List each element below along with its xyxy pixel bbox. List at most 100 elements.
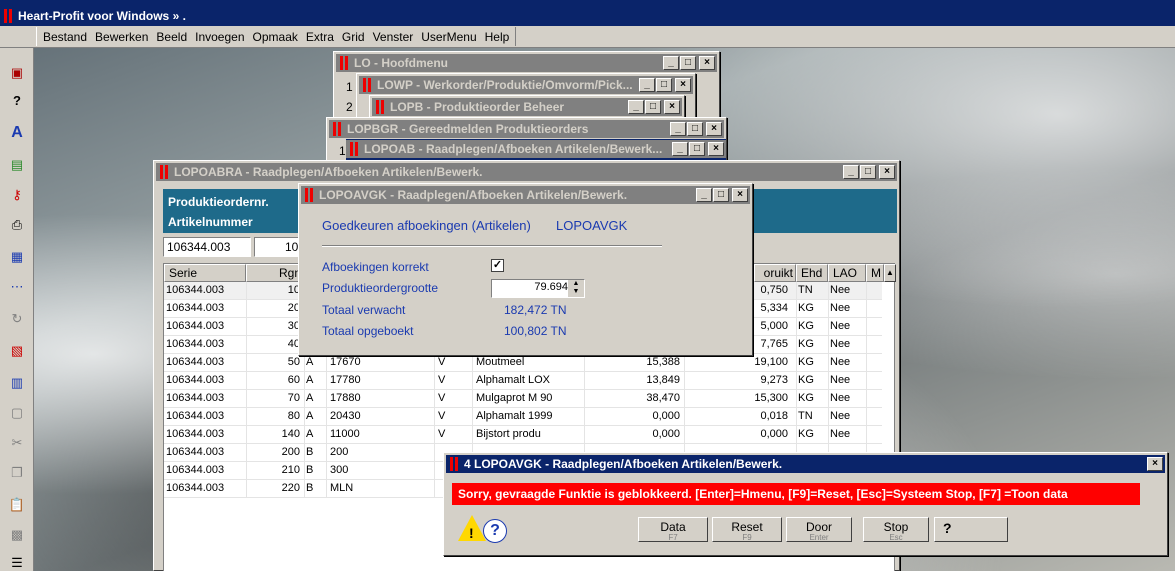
grid-line [434, 354, 435, 372]
paste-special-icon[interactable]: ▩ [8, 526, 26, 544]
maximize-button[interactable]: □ [687, 122, 703, 136]
col-header-ehd[interactable]: Ehd [796, 264, 828, 282]
close-button[interactable]: × [675, 78, 691, 92]
table-row[interactable]: 106344.003 80 A 20430 V Alphamalt 1999 0,000 0,… [164, 408, 882, 426]
cell-c: B [306, 464, 314, 476]
table-row[interactable]: 106344.003 70 A 17880 V Mulgaprot M 90 38,470 1… [164, 390, 882, 408]
close-button[interactable]: × [732, 188, 748, 202]
label-produktieordergrootte: Produktieordergrootte [322, 281, 439, 295]
col-header-lao[interactable]: LAO [828, 264, 866, 282]
menu-beeld[interactable]: Beeld [156, 30, 187, 44]
close-button[interactable]: × [664, 100, 680, 114]
menu-opmaak[interactable]: Opmaak [253, 30, 298, 44]
col-header-gebruikt[interactable]: oruikt [754, 264, 796, 282]
grid-line [434, 390, 435, 408]
spell-check-icon[interactable]: A [8, 124, 26, 142]
grid-line [326, 354, 327, 372]
grid-line [796, 318, 797, 336]
help-button[interactable]: ? [934, 517, 1008, 542]
grid-line [326, 462, 327, 480]
window-icon[interactable]: ▦ [8, 248, 26, 266]
maximize-button[interactable]: □ [689, 142, 705, 156]
maximize-button[interactable]: □ [680, 56, 696, 70]
frame-icon[interactable]: ▢ [8, 404, 26, 422]
menu-help[interactable]: Help [485, 30, 510, 44]
chart-icon[interactable]: ▥ [8, 374, 26, 392]
maximize-button[interactable]: □ [860, 165, 876, 179]
label-produktieordernr: Produktieordernr. [168, 195, 269, 209]
minimize-button[interactable]: _ [696, 188, 712, 202]
dots-icon[interactable]: ⋯ [8, 278, 26, 296]
menu-invoegen[interactable]: Invoegen [195, 30, 244, 44]
scroll-up-icon[interactable]: ▲ [884, 264, 896, 282]
paste-icon[interactable]: 📋 [8, 496, 26, 514]
menu-grid[interactable]: Grid [342, 30, 365, 44]
menu-bewerken[interactable]: Bewerken [95, 30, 148, 44]
close-button[interactable]: × [699, 56, 715, 70]
folder-icon[interactable]: ▤ [8, 156, 26, 174]
window-error[interactable]: 4 LOPOAVGK - Raadplegen/Afboeken Artikel… [443, 452, 1168, 556]
list-icon[interactable]: ☰ [8, 554, 26, 571]
help-icon[interactable]: ? [8, 92, 26, 110]
close-button[interactable]: × [1147, 457, 1163, 471]
printer-icon[interactable]: ⎙ [8, 216, 26, 234]
grid-line [304, 426, 305, 444]
warning-mark-icon: ! [469, 525, 474, 541]
door-button[interactable]: Door Enter [786, 517, 852, 542]
grid-line [304, 372, 305, 390]
maximize-button[interactable]: □ [656, 78, 672, 92]
cell-lao: Nee [830, 338, 851, 350]
produktieordergrootte-spinner[interactable]: 79.694 ▲ ▼ [491, 279, 585, 298]
minimize-button[interactable]: _ [672, 142, 688, 156]
list-number-3: 1 [339, 144, 346, 158]
grid-line [866, 354, 867, 372]
key-icon[interactable]: ⚷ [8, 186, 26, 204]
afboekingen-korrekt-checkbox[interactable]: ✓ [491, 259, 504, 272]
menu-venster[interactable]: Venster [373, 30, 414, 44]
minimize-button[interactable]: _ [628, 100, 644, 114]
cell-rgn: 40 [287, 338, 300, 350]
cell-v: V [438, 428, 446, 440]
menu-extra[interactable]: Extra [306, 30, 334, 44]
cell-serie: 106344.003 [166, 320, 225, 332]
minimize-button[interactable]: _ [670, 122, 686, 136]
grid-line [246, 300, 247, 318]
second-field[interactable]: 10 [254, 237, 304, 257]
cell-art: MLN [330, 482, 354, 494]
col-header-m[interactable]: M [866, 264, 884, 282]
col-header-rgn[interactable]: Rgn [246, 264, 304, 282]
table-row[interactable]: 106344.003 50 A 17670 V Moutmeel 15,388 19,100 K… [164, 354, 882, 372]
window-lopoavgk[interactable]: LOPOAVGK - Raadplegen/Afboeken Artikelen… [298, 183, 753, 356]
grid-line [246, 480, 247, 498]
minimize-button[interactable]: _ [843, 165, 859, 179]
list-number-2: 2 [346, 100, 353, 114]
spinner-arrows-icon[interactable]: ▲ ▼ [568, 280, 584, 297]
cell-oms: Alphamalt LOX [476, 374, 550, 386]
cell-serie: 106344.003 [166, 338, 225, 350]
data-button[interactable]: Data F7 [638, 517, 708, 542]
table-row[interactable]: 106344.003 60 A 17780 V Alphamalt LOX 13,849 9,… [164, 372, 882, 390]
close-button[interactable]: × [706, 122, 722, 136]
app-logo-icon [3, 9, 15, 23]
menu-usermenu[interactable]: UserMenu [421, 30, 476, 44]
cell-rgn: 10 [287, 284, 300, 296]
order-number-field[interactable]: 106344.003 [163, 237, 251, 257]
refresh-icon[interactable]: ↻ [8, 310, 26, 328]
menu-bestand[interactable]: Bestand [43, 30, 87, 44]
maximize-button[interactable]: □ [645, 100, 661, 114]
maximize-button[interactable]: □ [713, 188, 729, 202]
grid-line [304, 462, 305, 480]
col-header-serie[interactable]: Serie [164, 264, 246, 282]
close-button[interactable]: × [879, 165, 895, 179]
cut-icon[interactable]: ✂ [8, 434, 26, 452]
stop-button[interactable]: Stop Esc [863, 517, 929, 542]
minimize-button[interactable]: _ [639, 78, 655, 92]
copy-icon[interactable]: ❐ [8, 464, 26, 482]
table-row[interactable]: 106344.003 140 A 11000 V Bijstort produ 0,000 0… [164, 426, 882, 444]
export-icon[interactable]: ▧ [8, 342, 26, 360]
print-preview-icon[interactable]: ▣ [8, 64, 26, 82]
minimize-button[interactable]: _ [663, 56, 679, 70]
close-button[interactable]: × [708, 142, 724, 156]
reset-button[interactable]: Reset F9 [712, 517, 782, 542]
grid-line [866, 336, 867, 354]
